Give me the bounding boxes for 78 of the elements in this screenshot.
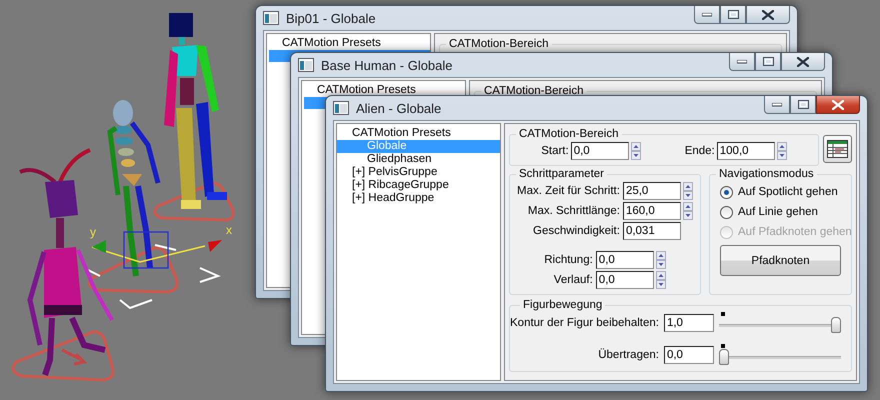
window-title: Bip01 - Globale [286, 10, 376, 26]
radio-label: Auf Spotlicht gehen [738, 186, 838, 198]
slider-label: Übertragen: [597, 349, 659, 361]
tree-item[interactable]: [+] PelvisGruppe [337, 166, 500, 179]
field-label: Max. Schrittlänge: [526, 205, 620, 217]
radio-option[interactable]: Auf Linie gehen [716, 202, 845, 222]
maximize-icon [762, 57, 774, 66]
window-icon [298, 58, 314, 72]
maximize-icon [728, 10, 738, 19]
group-title: CATMotion-Bereich [448, 38, 550, 50]
tree-item[interactable]: CATMotion Presets [337, 127, 500, 140]
axis-label: x [226, 223, 232, 237]
tree-item[interactable]: Gliedphasen [337, 153, 500, 166]
tick-marker-icon [720, 344, 725, 348]
close-icon [797, 56, 809, 66]
minimize-button[interactable] [729, 53, 755, 71]
spinner-control[interactable] [682, 202, 693, 220]
group-title: Schrittparameter [518, 168, 606, 180]
number-field[interactable]: 100,0 [716, 142, 775, 160]
field-label: Geschwindigkeit: [532, 225, 620, 237]
close-button[interactable] [816, 96, 860, 114]
field-label: Ende: [684, 145, 715, 157]
number-field[interactable]: 0,031 [622, 222, 681, 240]
group-title: Navigationsmodus [718, 168, 815, 180]
close-icon [832, 100, 844, 110]
minimize-button[interactable] [694, 6, 720, 24]
slider-thumb[interactable] [831, 317, 841, 333]
path-nodes-button[interactable]: Pfadknoten [720, 245, 841, 276]
slider-track[interactable] [718, 312, 841, 334]
tree-item[interactable]: CATMotion Presets [267, 37, 430, 50]
radio-option[interactable]: Auf Spotlicht gehen [716, 182, 845, 202]
close-icon [762, 10, 774, 20]
slider-track[interactable] [718, 344, 841, 366]
radio-label: Auf Pfadknoten gehen [738, 226, 852, 238]
window-icon [263, 11, 279, 25]
number-field[interactable]: 0,0 [596, 271, 654, 289]
field-label: Richtung: [543, 254, 593, 266]
maximize-button[interactable] [755, 53, 781, 71]
number-field[interactable]: 160,0 [622, 202, 681, 220]
maximize-icon [798, 100, 808, 109]
field-label: Max. Zeit für Schritt: [516, 185, 620, 197]
tree-item[interactable]: [+] HeadGruppe [337, 192, 500, 205]
number-field[interactable]: 1,0 [664, 314, 714, 332]
spinner-control[interactable] [656, 251, 666, 269]
tick-marker-icon [720, 312, 725, 316]
number-field[interactable]: 0,0 [570, 142, 629, 160]
minimize-icon [702, 12, 712, 16]
window-icon [333, 101, 349, 115]
radio-button[interactable] [720, 186, 733, 198]
spinner-control[interactable] [682, 182, 693, 200]
maximize-button[interactable] [790, 96, 816, 114]
group-title: CATMotion-Bereich [518, 128, 620, 140]
number-field[interactable]: 0,0 [596, 251, 654, 269]
spinner-control[interactable] [630, 142, 641, 160]
minimize-button[interactable] [764, 96, 790, 114]
window-title: Base Human - Globale [321, 58, 453, 72]
tree-item[interactable]: [+] RibcageGruppe [337, 179, 500, 192]
spinner-control[interactable] [656, 271, 666, 289]
field-label: Verlauf: [552, 274, 593, 286]
table-icon-button[interactable] [823, 135, 852, 163]
number-field[interactable]: 0,0 [664, 346, 714, 364]
window-title: Alien - Globale [356, 100, 442, 116]
group-title: CATMotion-Bereich [483, 85, 584, 97]
minimize-icon [737, 60, 747, 64]
close-button[interactable] [746, 6, 790, 24]
number-field[interactable]: 25,0 [622, 182, 681, 200]
tree-item[interactable]: CATMotion Presets [302, 84, 465, 97]
radio-label: Auf Linie gehen [738, 206, 818, 218]
close-button[interactable] [781, 53, 825, 71]
field-label: Start: [541, 145, 569, 157]
group-title: Figurbewegung [522, 299, 604, 311]
minimize-icon [772, 102, 782, 106]
slider-thumb[interactable] [718, 349, 729, 365]
slider-label: Kontur der Figur beibehalten: [510, 317, 659, 329]
spinner-control[interactable] [776, 142, 787, 160]
maximize-button[interactable] [720, 6, 746, 24]
radio-button[interactable] [720, 206, 733, 218]
axis-label: y [90, 225, 96, 239]
